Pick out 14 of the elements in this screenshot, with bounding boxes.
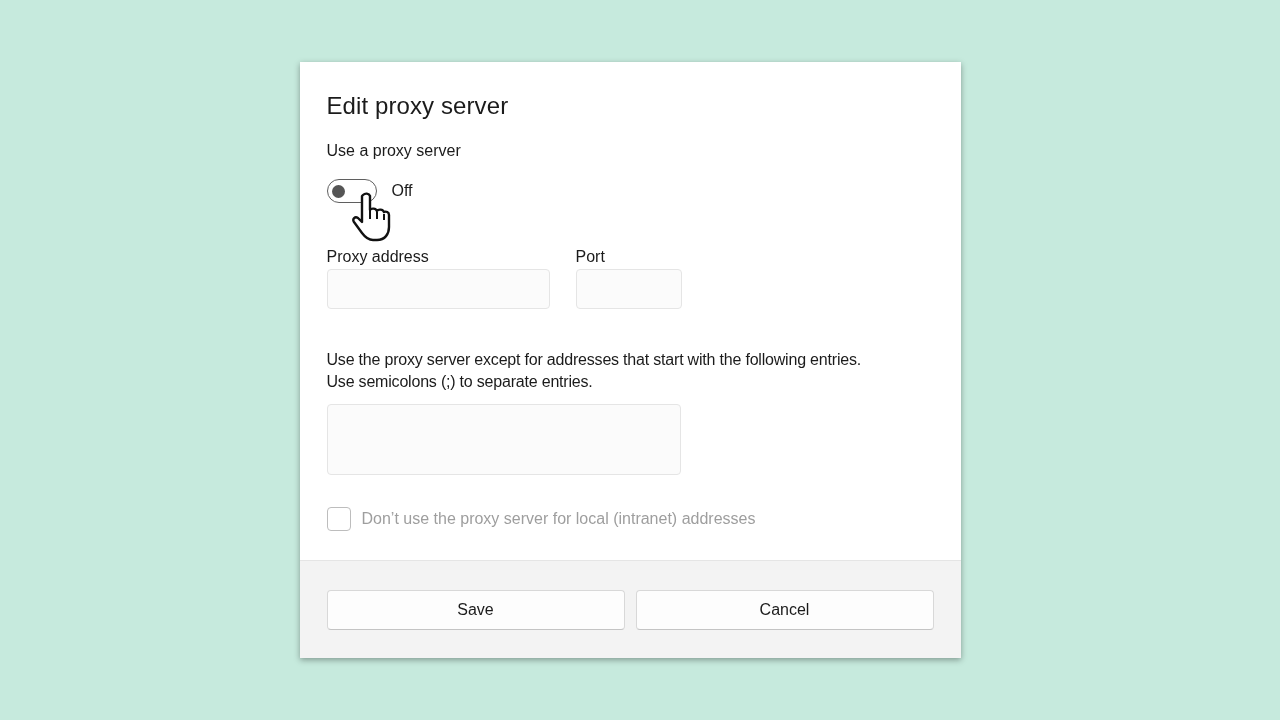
hand-cursor-icon: [350, 191, 391, 243]
save-button[interactable]: Save: [326, 589, 625, 630]
field-label: Port: [575, 248, 606, 266]
input-field[interactable]: [326, 269, 550, 309]
exceptions-field[interactable]: [326, 404, 681, 475]
dialog-title: Edit proxy server: [326, 92, 510, 120]
cancel-button[interactable]: Cancel: [635, 589, 934, 630]
toggle-label: Use a proxy server: [326, 142, 462, 160]
input-field[interactable]: [575, 269, 682, 309]
field-label: Proxy address: [326, 248, 430, 266]
exceptions-description: Use the proxy server except for addresses that start with the following entries. Use semicolons (;) to separate entries.: [326, 350, 862, 392]
checkbox-label: Don’t use the proxy server for local (intranet) addresses: [361, 510, 756, 528]
toggle-state-text: Off: [391, 182, 413, 200]
toggle-switch[interactable]: [326, 179, 377, 203]
